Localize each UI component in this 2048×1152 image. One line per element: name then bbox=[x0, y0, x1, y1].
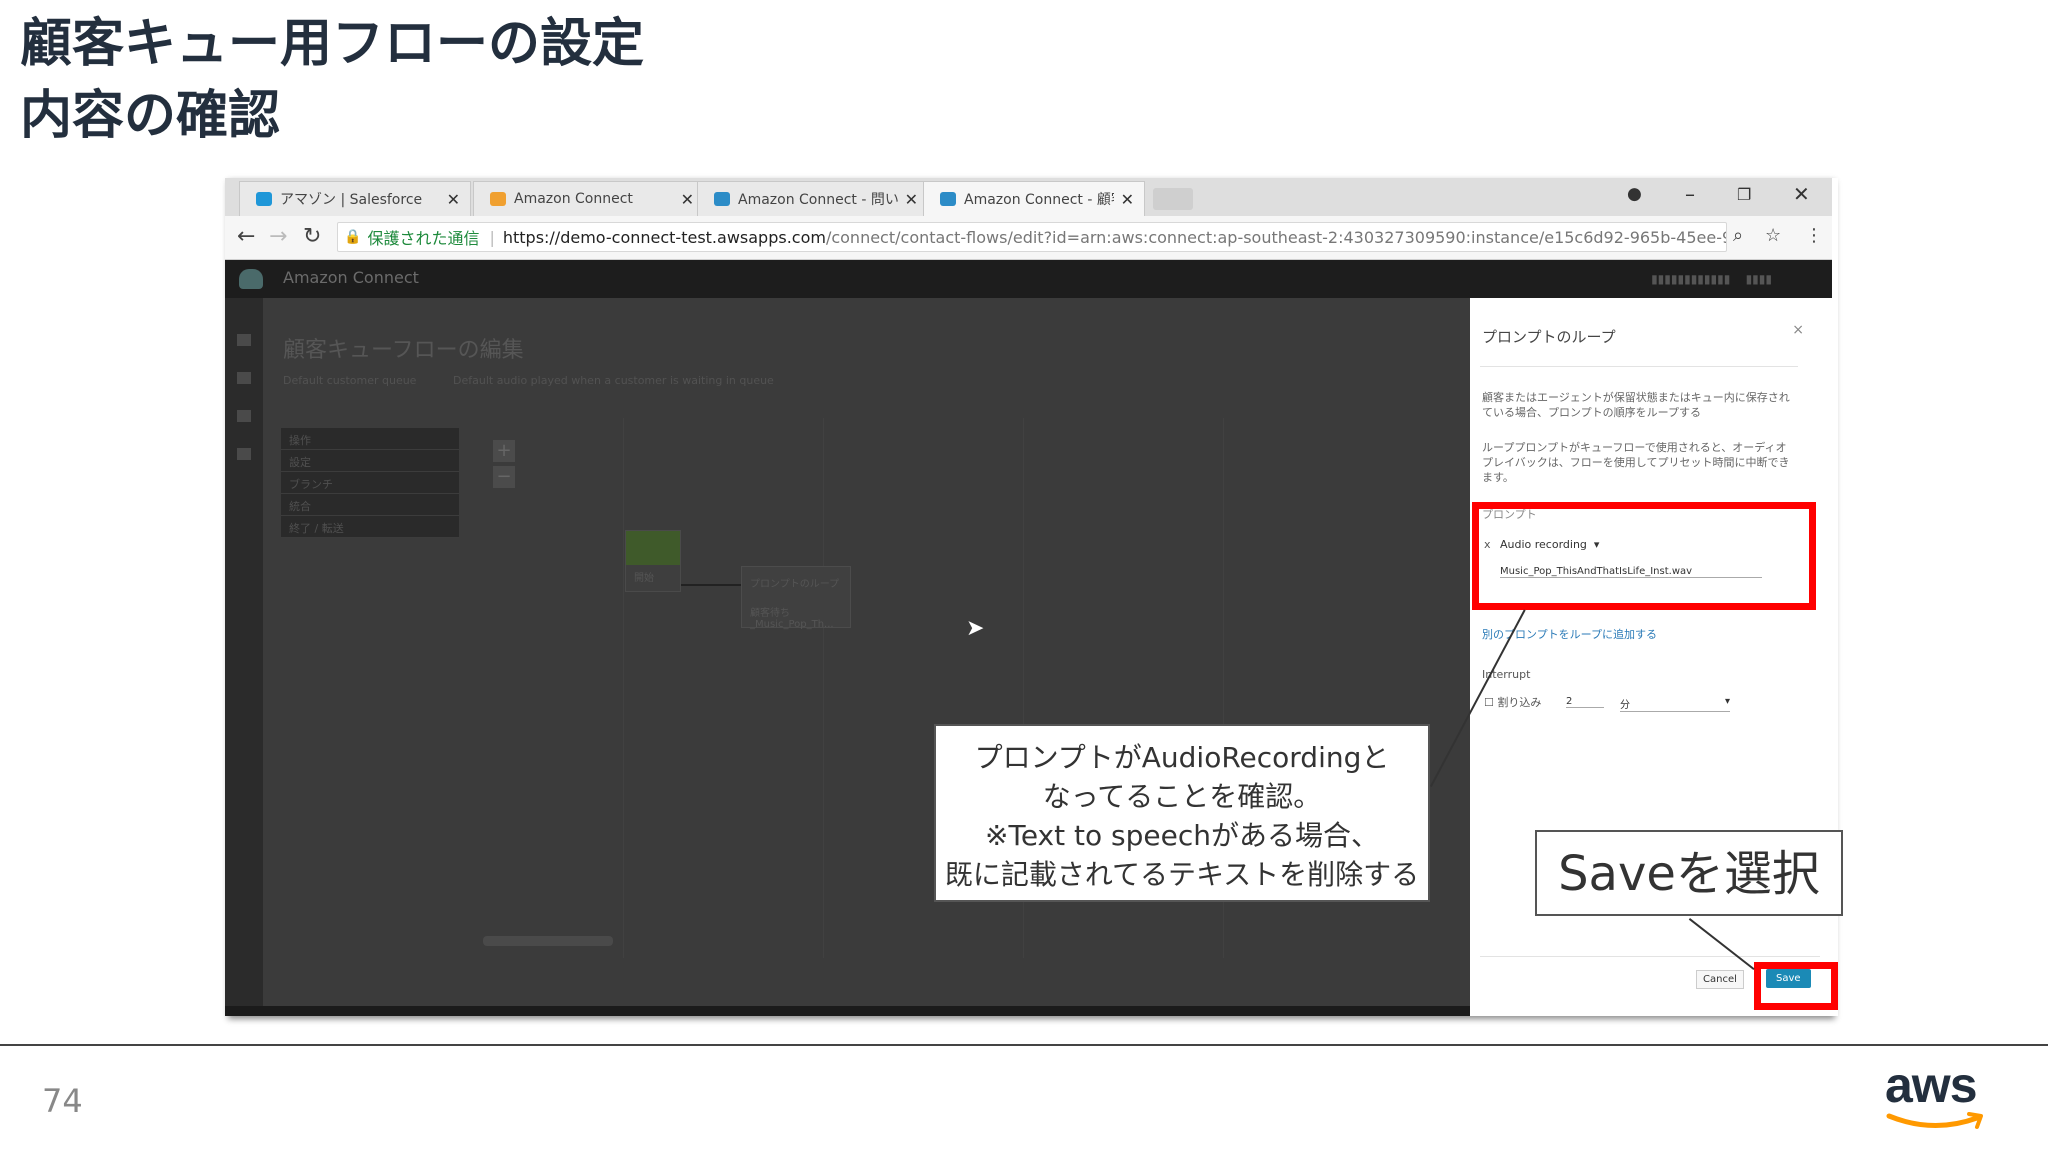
callout-save-text: Saveを選択 bbox=[1558, 846, 1820, 902]
interrupt-value-field[interactable]: 2 bbox=[1566, 696, 1604, 708]
loop-prompts-block[interactable]: プロンプトのループ 顧客待ち_Music_Pop_Th... bbox=[741, 566, 851, 630]
new-tab-button[interactable] bbox=[1153, 188, 1193, 210]
forward-icon[interactable]: → bbox=[269, 224, 287, 249]
interrupt-value: 2 bbox=[1566, 696, 1573, 707]
browser-tabbar: アマゾン | Salesforce ✕ Amazon Connect ✕ Ama… bbox=[225, 178, 1832, 216]
callout-line: ※Text to speechがある場合、 bbox=[985, 819, 1379, 852]
page-number: 74 bbox=[42, 1082, 83, 1120]
entry-block-header bbox=[626, 531, 680, 565]
tab-label: Amazon Connect bbox=[514, 191, 633, 207]
loop-block-title: プロンプトのループ bbox=[750, 579, 840, 590]
nav-users-icon[interactable] bbox=[237, 448, 251, 460]
grid-line bbox=[623, 418, 624, 958]
loop-block-text: 顧客待ち_Music_Pop_Th... bbox=[750, 608, 834, 630]
prompt-highlight-box bbox=[1472, 502, 1816, 610]
panel-title: プロンプトのループ bbox=[1482, 328, 1616, 346]
aws-logo-text: aws bbox=[1885, 1057, 1978, 1113]
cancel-button[interactable]: Cancel bbox=[1696, 970, 1744, 989]
minimize-icon[interactable]: – bbox=[1685, 182, 1695, 206]
nav-metrics-icon[interactable] bbox=[237, 372, 251, 384]
callout-select-save: Saveを選択 bbox=[1535, 830, 1843, 916]
panel-footer-divider bbox=[1480, 956, 1820, 957]
close-tab-icon[interactable]: ✕ bbox=[905, 190, 918, 209]
interrupt-check-label: 割り込み bbox=[1497, 696, 1542, 709]
panel-description-1: 顧客またはエージェントが保留状態またはキュー内に保存されている場合、プロンプトの… bbox=[1482, 391, 1790, 419]
tab-label: Amazon Connect - 問い合 bbox=[738, 192, 898, 208]
app-header: Amazon Connect ▮▮▮▮▮▮▮▮▮▮▮▮ ▮▮▮▮ bbox=[225, 260, 1832, 298]
url-path: /connect/contact-flows/edit?id=arn:aws:c… bbox=[825, 227, 1727, 247]
address-bar: ← → ↻ 🔒 保護された通信 | https://demo-connect-t… bbox=[225, 216, 1832, 260]
nav-dashboard-icon[interactable] bbox=[237, 334, 251, 346]
bookmark-star-icon[interactable]: ☆ bbox=[1765, 225, 1781, 246]
secure-label: 保護された通信 bbox=[367, 229, 480, 248]
slide: 顧客キュー用フローの設定 内容の確認 アマゾン | Salesforce ✕ A… bbox=[0, 0, 2048, 1152]
block-group-interact[interactable]: 操作 bbox=[281, 428, 459, 450]
aws-logo: aws bbox=[1885, 1060, 1991, 1136]
close-tab-icon[interactable]: ✕ bbox=[681, 190, 694, 209]
connect-logo-icon bbox=[239, 269, 263, 289]
menu-icon[interactable]: ⋮ bbox=[1805, 225, 1823, 246]
back-icon[interactable]: ← bbox=[237, 224, 255, 249]
block-group-terminate[interactable]: 終了 / 転送 bbox=[281, 516, 459, 538]
interrupt-unit: 分 bbox=[1620, 700, 1630, 711]
slide-title-line2: 内容の確認 bbox=[20, 86, 281, 146]
interrupt-unit-select[interactable]: 分 ▾ bbox=[1620, 696, 1730, 712]
callout-line: プロンプトがAudioRecordingと bbox=[974, 741, 1390, 774]
browser-tab-salesforce[interactable]: アマゾン | Salesforce ✕ bbox=[239, 181, 471, 216]
url-separator: | bbox=[489, 227, 495, 247]
aws-smile-icon bbox=[1886, 1112, 1983, 1129]
footer-divider bbox=[0, 1044, 2048, 1046]
browser-tab-amazon-connect-customer[interactable]: Amazon Connect - 顧客 ✕ bbox=[923, 181, 1145, 216]
panel-close-icon[interactable]: × bbox=[1792, 322, 1804, 338]
browser-tab-amazon-connect[interactable]: Amazon Connect ✕ bbox=[473, 181, 705, 216]
url-field[interactable]: 🔒 保護された通信 | https://demo-connect-test.aw… bbox=[337, 222, 1727, 252]
app-brand: Amazon Connect bbox=[283, 268, 419, 287]
panel-divider bbox=[1480, 366, 1798, 367]
flow-connector bbox=[681, 584, 741, 586]
box-icon bbox=[490, 192, 506, 206]
close-window-icon[interactable]: ✕ bbox=[1793, 182, 1810, 206]
interrupt-checkbox[interactable]: ☐ bbox=[1484, 696, 1494, 709]
profile-icon[interactable]: ● bbox=[1627, 184, 1642, 204]
cloud-icon bbox=[714, 192, 730, 206]
tab-label: Amazon Connect - 顧客 bbox=[964, 192, 1114, 208]
tab-label: アマゾン | Salesforce bbox=[280, 192, 423, 208]
mouse-cursor-icon: ➤ bbox=[966, 616, 985, 641]
block-group-integrate[interactable]: 統合 bbox=[281, 494, 459, 516]
restore-icon[interactable]: ❐ bbox=[1737, 185, 1751, 204]
block-group-branch[interactable]: ブランチ bbox=[281, 472, 459, 494]
user-menu[interactable]: ▮▮▮▮▮▮▮▮▮▮▮▮ ▮▮▮▮ bbox=[1651, 272, 1772, 286]
editor-title: 顧客キューフローの編集 bbox=[283, 338, 524, 363]
slide-title-line1: 顧客キュー用フローの設定 bbox=[20, 14, 645, 74]
panel-description-2: ループプロンプトがキューフローで使用されると、オーディオプレイバックは、フローを… bbox=[1482, 441, 1790, 484]
entry-block[interactable]: 開始 bbox=[625, 530, 681, 592]
cloud-icon bbox=[256, 192, 272, 206]
flow-description: Default audio played when a customer is … bbox=[453, 374, 774, 387]
horizontal-scrollbar[interactable] bbox=[483, 936, 613, 946]
slide-title: 顧客キュー用フローの設定 内容の確認 bbox=[20, 8, 644, 152]
zoom-icon[interactable]: ⌕ bbox=[1733, 225, 1743, 246]
save-highlight-box bbox=[1754, 962, 1838, 1010]
zoom-in-button[interactable]: + bbox=[493, 440, 515, 462]
left-nav bbox=[225, 298, 263, 1016]
reload-icon[interactable]: ↻ bbox=[303, 224, 321, 249]
interrupt-row: ☐ 割り込み bbox=[1484, 694, 1541, 710]
nav-routing-icon[interactable] bbox=[237, 410, 251, 422]
callout-line: 既に記載されてるテキストを削除する bbox=[944, 858, 1420, 891]
browser-tab-amazon-connect-inquiry[interactable]: Amazon Connect - 問い合 ✕ bbox=[697, 181, 929, 216]
callout-confirm-audio: プロンプトがAudioRecordingと なってることを確認。 ※Text t… bbox=[934, 724, 1430, 902]
close-tab-icon[interactable]: ✕ bbox=[447, 190, 460, 209]
flow-name: Default customer queue bbox=[283, 374, 417, 387]
callout-line: なってることを確認。 bbox=[1042, 780, 1322, 813]
lock-icon: 🔒 bbox=[344, 229, 362, 245]
entry-block-label: 開始 bbox=[634, 573, 654, 584]
grid-line bbox=[823, 418, 824, 958]
close-tab-icon[interactable]: ✕ bbox=[1121, 190, 1134, 209]
cloud-icon bbox=[940, 192, 956, 206]
zoom-out-button[interactable]: − bbox=[493, 466, 515, 488]
url-host: https://demo-connect-test.awsapps.com bbox=[502, 227, 826, 247]
block-group-set[interactable]: 設定 bbox=[281, 450, 459, 472]
